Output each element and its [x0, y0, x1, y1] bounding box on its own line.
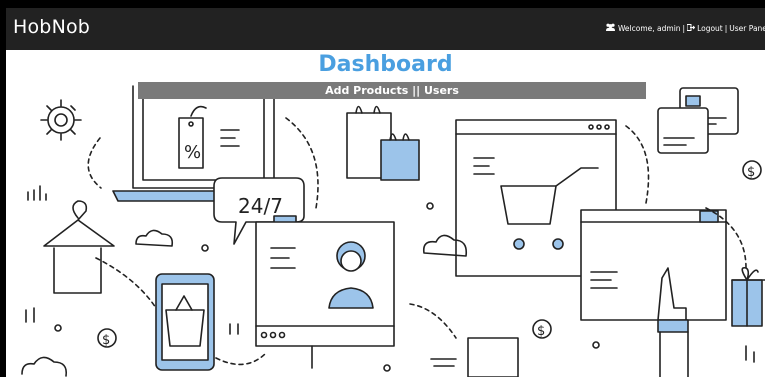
- hero-illustration: 24/7 % $ $ $: [6, 50, 765, 377]
- nav-separator: |: [724, 23, 728, 33]
- users-link[interactable]: Users: [424, 84, 459, 97]
- brand-logo[interactable]: HobNob: [13, 16, 90, 38]
- ecommerce-doodle-illustration: 24/7 % $ $ $: [21, 85, 765, 377]
- add-products-link[interactable]: Add Products: [325, 84, 408, 97]
- mobile-shop-icon: [155, 273, 215, 371]
- users-icon: [605, 23, 616, 33]
- page-title: Dashboard: [318, 52, 453, 77]
- clock-text: 24/7: [238, 194, 283, 218]
- monitor-support-agent: [255, 221, 394, 368]
- gear-icon: [40, 99, 82, 141]
- dollar-text-right: $: [747, 165, 755, 180]
- links-separator: ||: [412, 84, 421, 97]
- welcome-text: Welcome, admin: [617, 23, 681, 33]
- dollar-text-bottom: $: [537, 324, 545, 339]
- credit-card-icon: [657, 87, 739, 154]
- top-navbar: HobNob Welcome, admin | Logout | User Pa…: [6, 8, 765, 50]
- search-window-icon: [580, 209, 727, 321]
- app-frame: HobNob Welcome, admin | Logout | User Pa…: [6, 8, 765, 377]
- logout-link[interactable]: Logout: [697, 24, 723, 33]
- dollar-text-left: $: [102, 333, 110, 348]
- user-panel-link[interactable]: User Panel: [729, 24, 765, 33]
- percent-text: %: [184, 142, 201, 163]
- gift-box-icon: [731, 266, 765, 327]
- logout-icon: [686, 23, 696, 33]
- shopping-bags-icon: [346, 105, 420, 181]
- nav-separator: |: [682, 23, 686, 33]
- admin-links-bar: Add Products || Users: [138, 82, 646, 99]
- clothes-hanger-icon: [43, 200, 115, 294]
- user-menu: Welcome, admin | Logout | User Panel: [605, 23, 765, 33]
